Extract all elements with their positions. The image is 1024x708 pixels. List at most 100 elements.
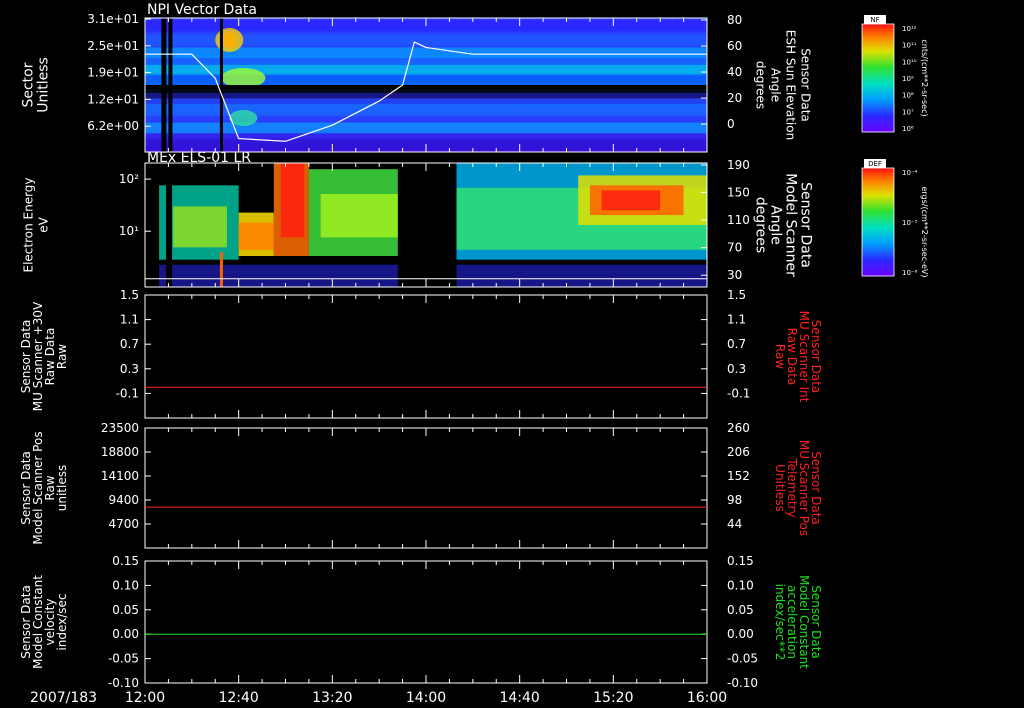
els-data-gap	[397, 163, 457, 287]
els-band	[280, 163, 305, 238]
colorbar-units: ergs/(cm**2-sr-sec-eV)	[920, 186, 929, 277]
chart-figure: NPI Vector Data MEx ELS-01 LR 3.1e+01 2.5e+…	[19, 2, 929, 706]
y-tick-label: 0.10	[112, 578, 139, 592]
colorbar-tick-label: 10⁸	[902, 92, 914, 100]
y-tick-label: 0.3	[120, 362, 139, 376]
y2-tick-label: 44	[727, 517, 742, 531]
y-tick-label: 6.2e+00	[87, 119, 139, 133]
time-tick-label: 13:20	[312, 690, 352, 706]
y2-tick-label: 0	[727, 117, 735, 131]
els-gap	[145, 163, 160, 287]
y-axis-label: eV	[37, 216, 51, 232]
y-tick-label: 18800	[101, 445, 139, 459]
els-gap	[166, 163, 173, 287]
y-tick-label: 1.2e+01	[87, 92, 139, 106]
y-tick-label: -0.10	[108, 676, 139, 690]
y-tick-label: 2.5e+01	[87, 39, 139, 53]
npi-band	[145, 93, 707, 104]
y-tick-label: 1.5	[120, 288, 139, 302]
y-axis-label: unitless	[55, 465, 69, 511]
y-tick-label: 0.00	[112, 627, 139, 641]
y2-axis-label: ESH Sun Elevation	[784, 30, 798, 140]
y2-axis-label: Angle	[769, 68, 783, 102]
y-tick-label: 9400	[108, 493, 139, 507]
colorbar-label: DEF	[868, 160, 882, 168]
y-tick-label: 23500	[101, 421, 139, 435]
y2-tick-label: 40	[727, 65, 742, 79]
y2-tick-label: 110	[727, 213, 750, 227]
y2-tick-label: 206	[727, 445, 750, 459]
y-tick-label: 14100	[101, 469, 139, 483]
y2-tick-label: 30	[727, 268, 742, 282]
els-band	[173, 206, 227, 248]
y2-axis-label: Unitless	[773, 464, 787, 512]
y2-axis-label: Angle	[768, 205, 784, 245]
time-tick-label: 14:40	[499, 690, 539, 706]
els-noise	[159, 264, 398, 287]
npi-blob	[229, 110, 258, 126]
colorbar-tick-label: 10⁹	[902, 75, 914, 83]
y2-tick-label: 0.3	[727, 362, 746, 376]
y2-tick-label: 98	[727, 493, 742, 507]
colorbar-tick-label: 10⁷	[902, 108, 914, 116]
y2-tick-label: 0.15	[727, 554, 754, 568]
time-tick-label: 12:40	[218, 690, 258, 706]
npi-blob	[215, 28, 244, 52]
y2-tick-label: 80	[727, 13, 742, 27]
els-band	[238, 222, 274, 250]
y2-tick-label: 0.7	[727, 337, 746, 351]
npi-band	[145, 122, 707, 134]
y-tick-label: 10¹	[119, 224, 139, 238]
y2-tick-label: 70	[727, 241, 742, 255]
y2-axis-label: degrees	[754, 61, 768, 109]
colorbar-label: NF	[870, 16, 879, 24]
colorbar-tick-label: 10⁻⁴	[902, 169, 918, 177]
y2-axis-label: Sensor Data	[798, 182, 814, 268]
time-tick-label: 16:00	[687, 690, 727, 706]
y2-axis-label: Raw	[773, 344, 787, 369]
time-tick-label: 12:00	[125, 690, 165, 706]
y2-tick-label: 260	[727, 421, 750, 435]
y2-tick-label: 150	[727, 186, 750, 200]
time-tick-label: 15:20	[593, 690, 633, 706]
y2-axis-label: index/sec**2	[773, 584, 787, 661]
y-tick-label: 0.7	[120, 337, 139, 351]
y2-tick-label: 152	[727, 469, 750, 483]
colorbar-tick-label: 10¹⁰	[902, 58, 917, 66]
y-tick-label: 3.1e+01	[87, 12, 139, 26]
y2-axis-label: Model Scanner	[783, 173, 799, 277]
y-tick-label: 1.9e+01	[87, 66, 139, 80]
panel-frame	[144, 427, 708, 549]
colorbar-tick-label: 10¹²	[902, 25, 917, 33]
y-axis-label: Electron Energy	[22, 177, 36, 272]
y2-tick-label: 190	[727, 158, 750, 172]
colorbar-nf	[861, 23, 895, 133]
panel-frame	[144, 294, 708, 419]
els-band	[601, 190, 661, 211]
y-tick-label: 0.15	[112, 554, 139, 568]
y2-tick-label: 1.5	[727, 288, 746, 302]
y-axis-label: Unitless	[36, 57, 52, 113]
y2-axis-label: Sensor Data	[799, 48, 813, 122]
y2-tick-label: 0.00	[727, 627, 754, 641]
els-spike	[219, 252, 223, 287]
y2-tick-label: -0.05	[727, 652, 758, 666]
panel-title: MEx ELS-01 LR	[147, 150, 251, 166]
y-axis-label: Raw	[55, 344, 69, 369]
npi-gap	[145, 85, 707, 89]
y2-tick-label: 0.05	[727, 603, 754, 617]
y2-tick-label: -0.10	[727, 676, 758, 690]
date-label: 2007/183	[30, 690, 97, 706]
y2-tick-label: 0.10	[727, 578, 754, 592]
colorbar-units: cnts/(cm**2-sr-sec)	[920, 39, 929, 116]
y-tick-label: -0.1	[116, 386, 139, 400]
y-axis-label: Sector	[21, 62, 37, 107]
y2-tick-label: 60	[727, 39, 742, 53]
y-tick-label: -0.05	[108, 652, 139, 666]
y2-tick-label: -0.1	[727, 386, 750, 400]
y-axis-label: index/sec	[55, 593, 69, 650]
colorbar-tick-label: 10⁶	[902, 125, 914, 133]
y-tick-label: 4700	[108, 517, 139, 531]
y2-axis-label: degrees	[753, 197, 769, 253]
panel-title: NPI Vector Data	[147, 2, 257, 18]
